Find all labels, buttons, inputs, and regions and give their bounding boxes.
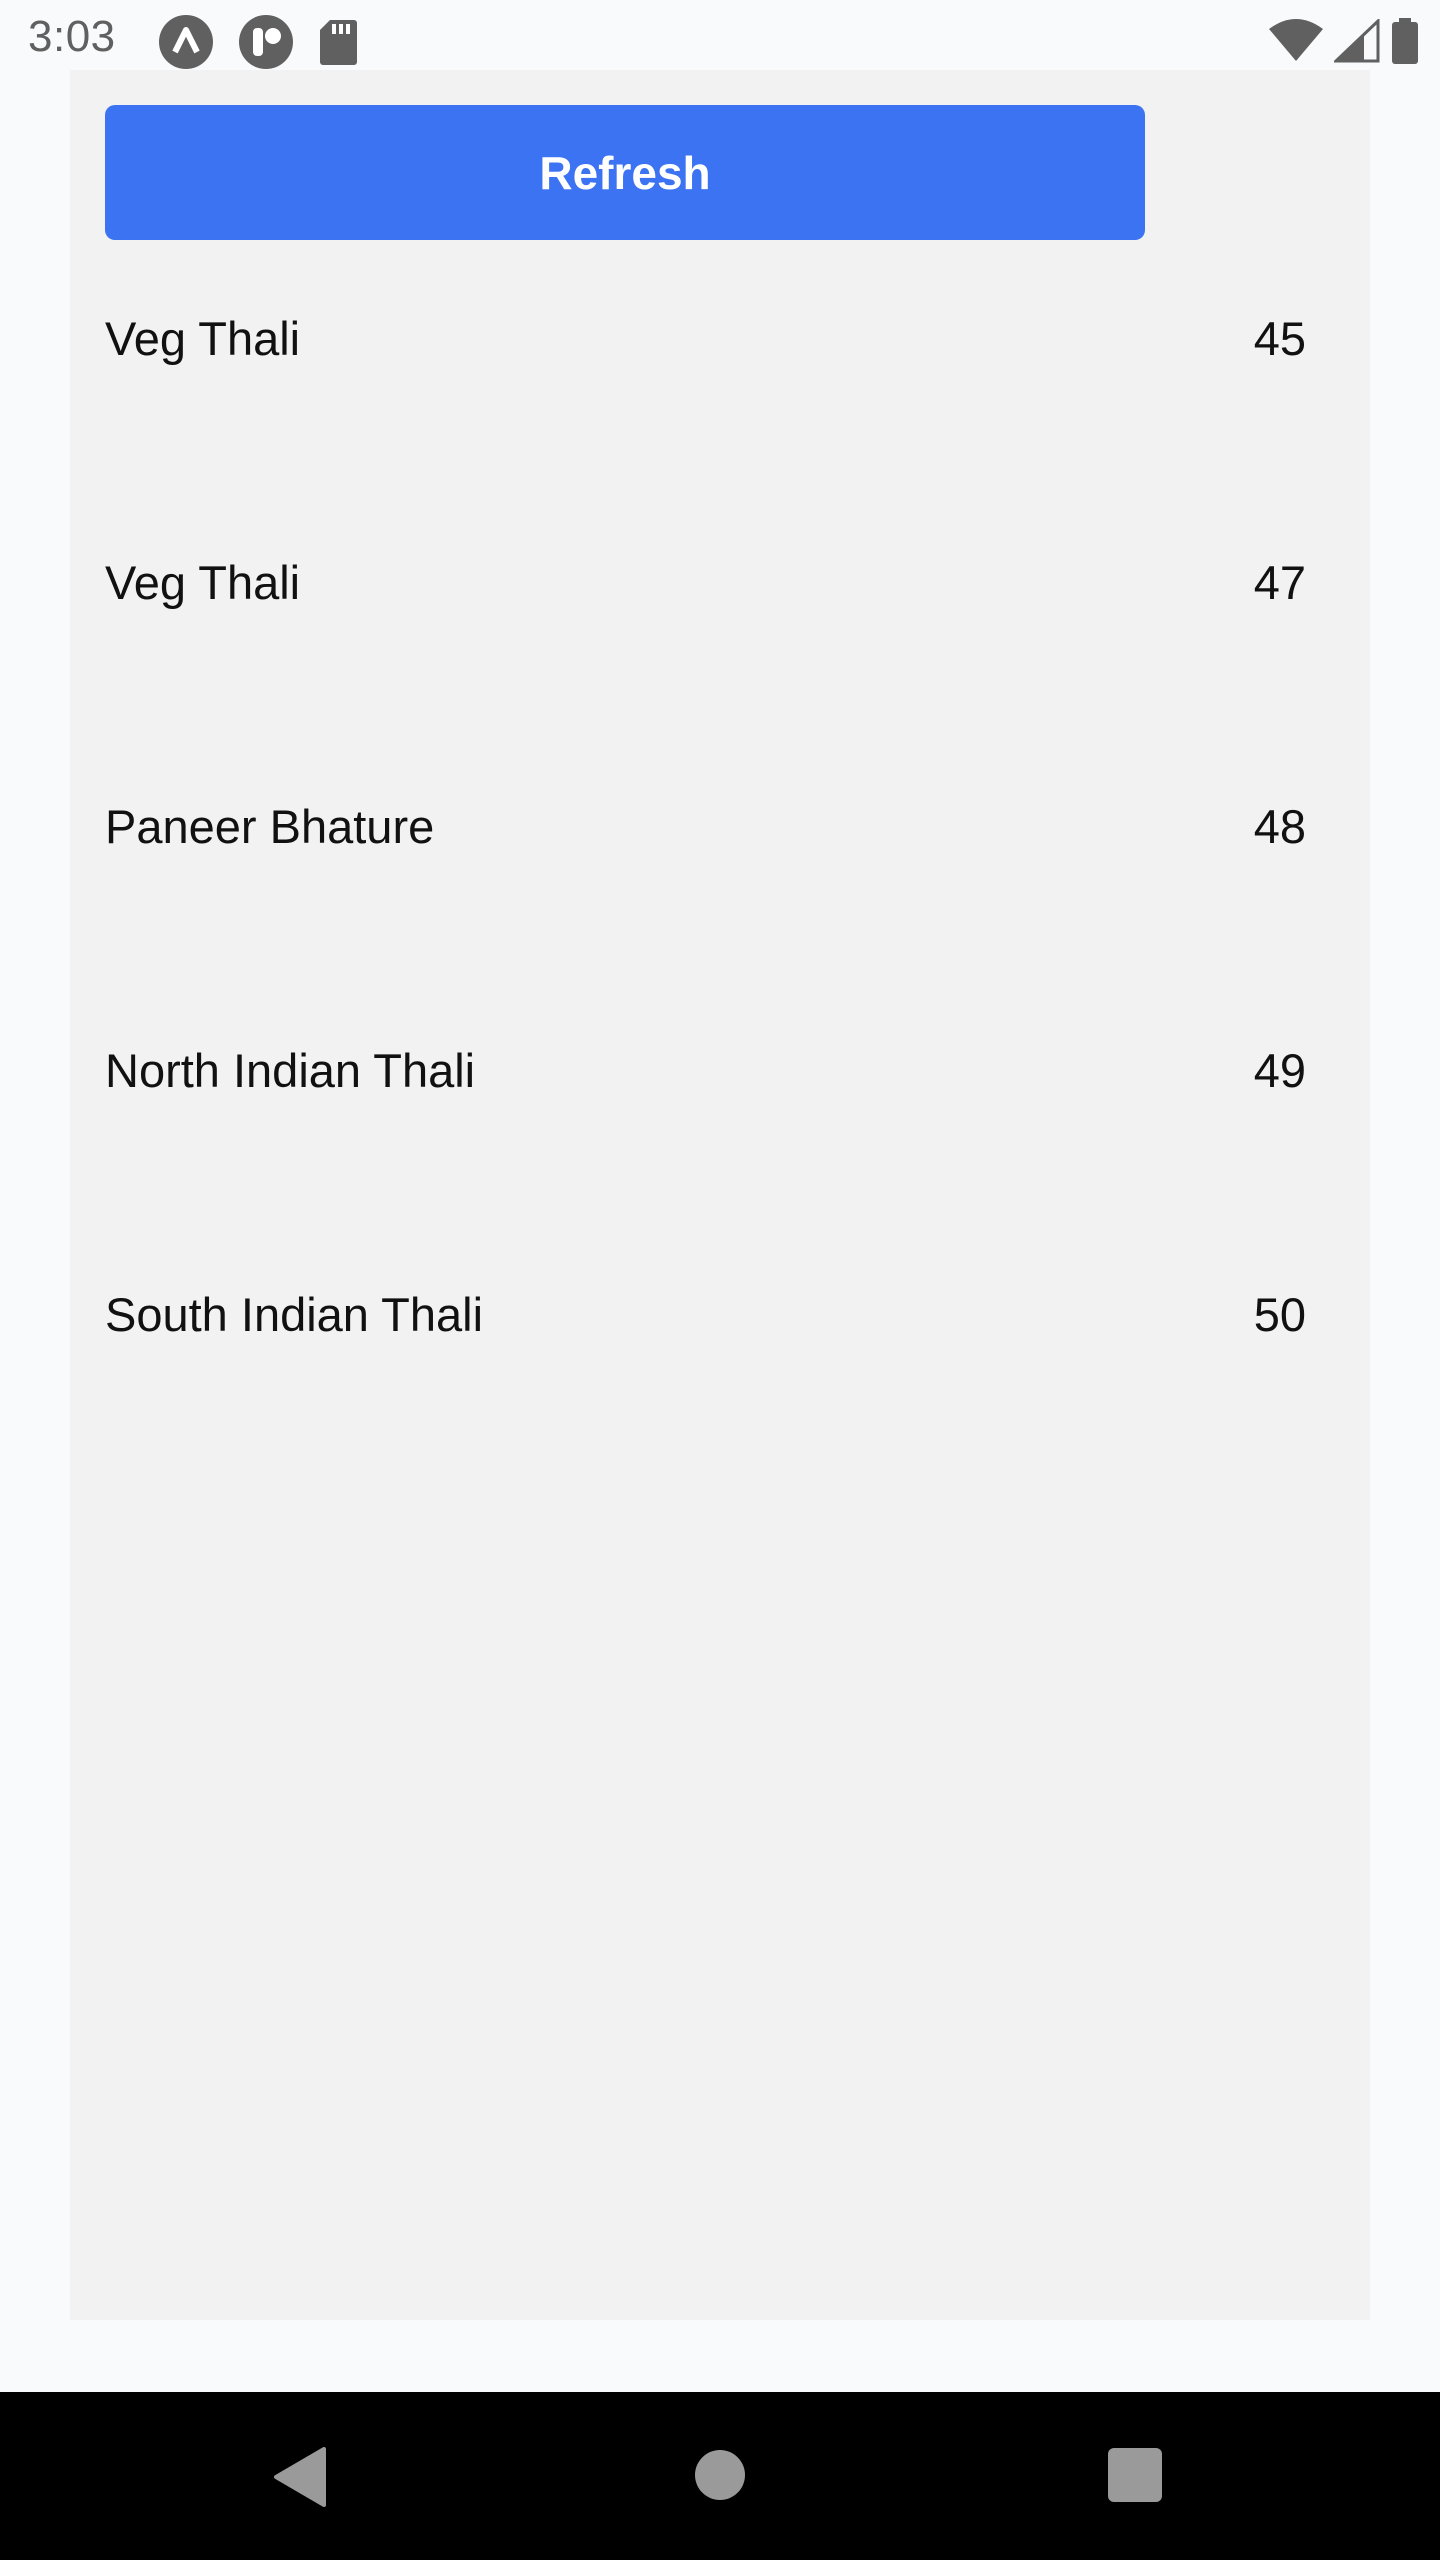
mobile-app-icon [238, 14, 294, 70]
status-bar: 3:03 [0, 0, 1440, 70]
item-name: Veg Thali [105, 312, 301, 365]
list-item[interactable]: South Indian Thali 50 [70, 1291, 1370, 1535]
item-name: North Indian Thali [105, 1044, 476, 1097]
list-item[interactable]: North Indian Thali 49 [70, 1047, 1370, 1291]
expo-icon [158, 14, 214, 70]
list-item[interactable]: Veg Thali 47 [70, 559, 1370, 803]
sd-card-icon [318, 18, 358, 66]
refresh-button[interactable]: Refresh [105, 105, 1145, 240]
item-name: South Indian Thali [105, 1288, 484, 1341]
battery-icon [1390, 18, 1420, 64]
signal-icon [1334, 19, 1380, 63]
item-name: Veg Thali [105, 556, 301, 609]
home-icon[interactable] [695, 2450, 745, 2500]
item-name: Paneer Bhature [105, 800, 435, 853]
content-panel: Refresh Veg Thali 45 Veg Thali 47 Paneer… [70, 70, 1370, 2320]
recents-icon[interactable] [1108, 2448, 1162, 2502]
wifi-icon [1268, 19, 1324, 63]
item-list: Veg Thali 45 Veg Thali 47 Paneer Bhature… [70, 315, 1370, 1535]
item-value: 48 [1253, 800, 1306, 853]
status-time: 3:03 [28, 12, 116, 61]
item-value: 49 [1253, 1044, 1306, 1097]
list-item[interactable]: Veg Thali 45 [70, 315, 1370, 559]
list-item[interactable]: Paneer Bhature 48 [70, 803, 1370, 1047]
status-left-icons [158, 14, 358, 70]
navigation-bar [0, 2392, 1440, 2560]
back-icon[interactable] [272, 2447, 328, 2512]
item-value: 50 [1253, 1288, 1306, 1341]
item-value: 47 [1253, 556, 1306, 609]
item-value: 45 [1253, 312, 1306, 365]
status-right-icons [1268, 18, 1420, 64]
